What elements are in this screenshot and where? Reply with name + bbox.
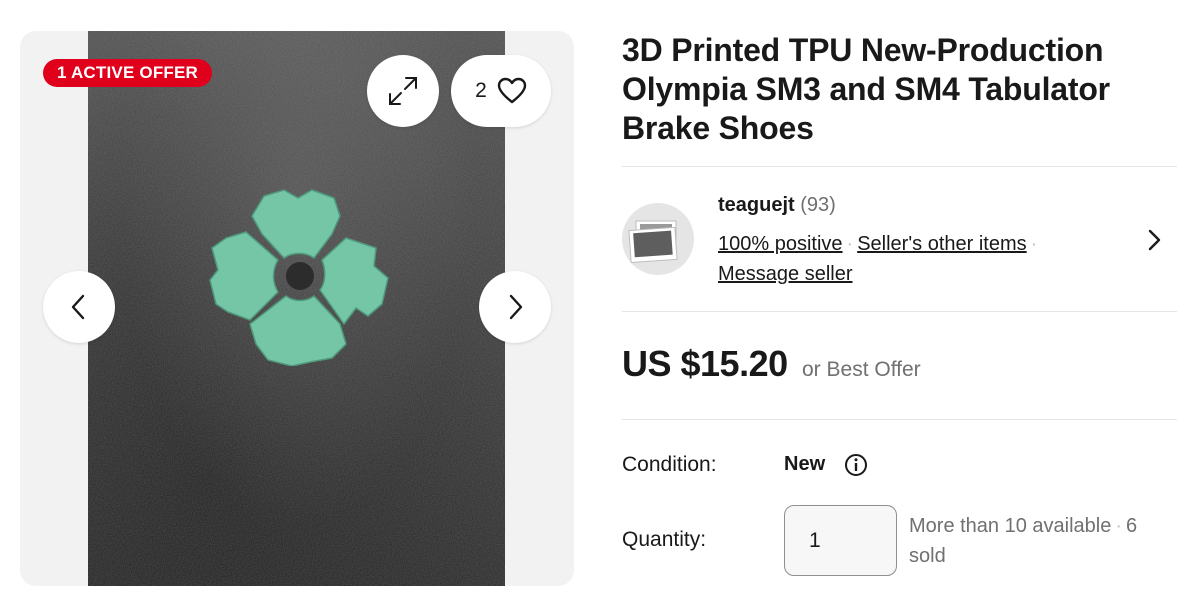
active-offer-badge: 1 ACTIVE OFFER [43,59,213,87]
seller-positive-feedback-link[interactable]: 100% positive [718,233,843,255]
seller-other-items-link[interactable]: Seller's other items [857,233,1026,255]
best-offer-text: or Best Offer [802,358,921,381]
divider [622,166,1177,167]
condition-value: New [784,453,826,475]
separator-dot: · [1030,233,1038,255]
divider [622,311,1177,312]
previous-image-button[interactable] [43,271,115,343]
seller-feedback-count: (93) [800,194,836,216]
image-gallery: 1 ACTIVE OFFER 2 [20,31,574,586]
divider [622,419,1177,420]
chevron-right-icon [509,294,523,320]
quantity-input[interactable] [784,505,897,576]
expand-image-button[interactable] [367,55,439,127]
next-image-button[interactable] [479,271,551,343]
expand-icon [389,77,417,105]
availability-text: More than 10 available [909,515,1112,537]
condition-label: Condition: [622,453,717,476]
image-placeholder-icon [628,220,678,264]
availability-info: More than 10 available · 6 sold [909,511,1177,571]
info-icon[interactable] [844,453,868,477]
listing-title: 3D Printed TPU New-Production Olympia SM… [622,32,1110,146]
heart-icon [497,77,527,104]
brake-shoes-image [209,189,389,366]
watch-button[interactable]: 2 [451,55,551,127]
separator-dot: · [846,233,854,255]
product-photo[interactable] [88,31,505,586]
seller-name-line: teaguejt (93) [718,194,836,217]
seller-chevron-right-icon[interactable] [1142,228,1166,252]
seller-name[interactable]: teaguejt [718,194,795,216]
price: US $15.20 [622,343,788,384]
separator-dot: · [1115,515,1123,537]
watch-count: 2 [475,79,487,102]
message-seller-link[interactable]: Message seller [718,263,853,285]
chevron-left-icon [71,294,85,320]
seller-avatar[interactable] [622,203,694,275]
quantity-label: Quantity: [622,528,707,551]
seller-links: 100% positive · Seller's other items · Mess… [718,229,1118,289]
